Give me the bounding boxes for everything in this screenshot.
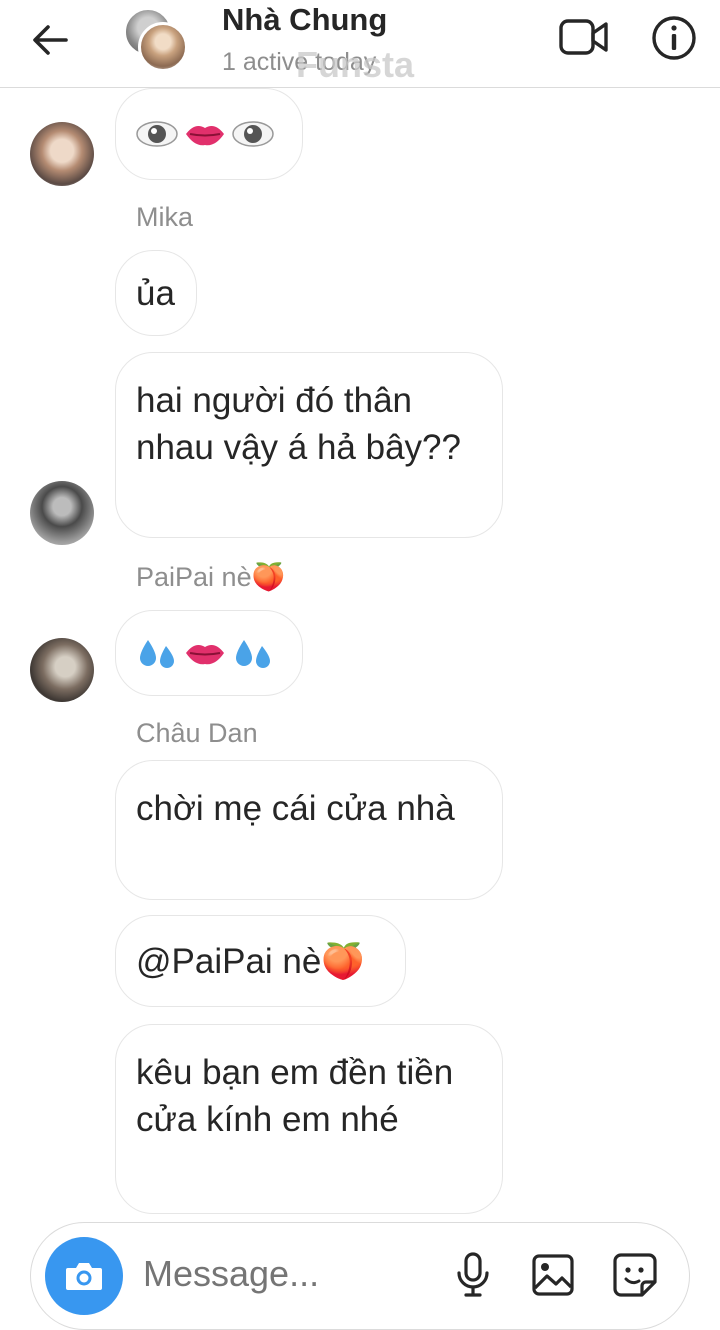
message-text: ủa: [136, 273, 175, 313]
message-bubble[interactable]: kêu bạn em đền tiền cửa kính em nhé: [115, 1024, 503, 1214]
message-bubble[interactable]: hai người đó thân nhau vậy á hả bây??: [115, 352, 503, 538]
message-bubble[interactable]: ủa: [115, 250, 197, 336]
info-icon: [652, 16, 696, 60]
sender-name: Châu Dan: [136, 718, 258, 748]
message-text: hai người đó thân nhau vậy á hả bây??: [136, 381, 461, 467]
info-button[interactable]: [648, 12, 700, 64]
camera-button[interactable]: [45, 1237, 123, 1315]
eye-emoji: [232, 121, 274, 147]
sweat-droplets-emoji: [236, 640, 270, 668]
video-call-button[interactable]: [556, 14, 612, 60]
video-call-icon: [559, 19, 608, 55]
group-avatar[interactable]: [124, 8, 190, 72]
message-input[interactable]: [143, 1253, 413, 1295]
image-icon: [532, 1254, 574, 1296]
arrow-left-icon: [33, 25, 68, 55]
message-bubble[interactable]: chời mẹ cái cửa nhà: [115, 760, 503, 900]
member-avatar-2[interactable]: [30, 481, 94, 545]
message-bubble[interactable]: @PaiPai nè🍑: [115, 915, 406, 1007]
sticker-button[interactable]: [609, 1245, 661, 1305]
message-bubble[interactable]: 👁👄👁: [115, 88, 303, 180]
message-bubble[interactable]: 💦👄💦: [115, 610, 303, 696]
microphone-icon: [457, 1252, 489, 1297]
camera-icon: [66, 1263, 102, 1290]
sender-name: Mika: [136, 202, 194, 232]
chat-title[interactable]: Nhà Chung: [222, 2, 387, 38]
mouth-emoji: [186, 126, 224, 146]
sticker-icon: [613, 1253, 657, 1297]
message-text: chời mẹ cái cửa nhà: [136, 789, 455, 828]
chat-header: Nhà Chung 1 active today Funsta: [0, 0, 720, 88]
message-text: @PaiPai nè🍑: [136, 941, 365, 981]
message-text: kêu bạn em đền tiền cửa kính em nhé: [136, 1053, 454, 1139]
mouth-emoji: [186, 645, 224, 665]
back-button[interactable]: [28, 20, 72, 60]
group-avatar-front: [138, 22, 188, 72]
sender-name: PaiPai nè🍑: [136, 562, 286, 592]
voice-message-button[interactable]: [451, 1245, 495, 1305]
gallery-button[interactable]: [529, 1245, 577, 1305]
member-avatar-1[interactable]: [30, 122, 94, 186]
watermark: Funsta: [296, 44, 415, 85]
member-avatar-3[interactable]: [30, 638, 94, 702]
sweat-droplets-emoji: [140, 640, 174, 668]
eye-emoji: [136, 121, 178, 147]
message-composer: [30, 1222, 690, 1330]
